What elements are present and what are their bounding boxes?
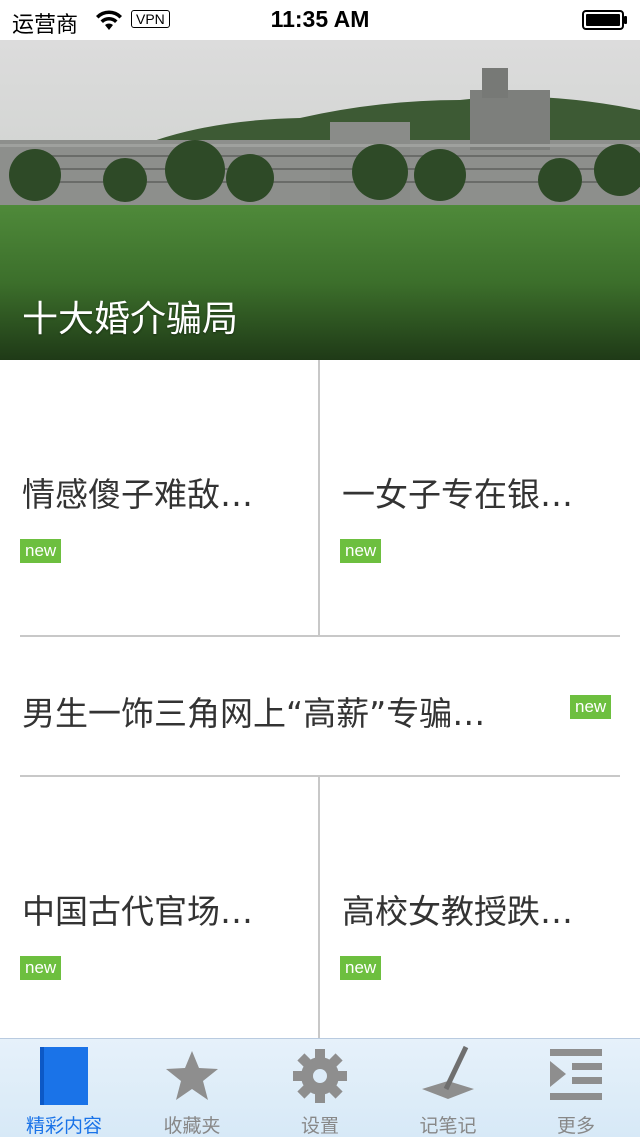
article-title: 一女子专在银… [342, 475, 573, 514]
book-icon [40, 1047, 88, 1105]
new-badge: new [20, 956, 62, 980]
article-cell-1[interactable]: 情感傻子难敌… new [0, 360, 318, 636]
article-cell-3[interactable]: 男生一饰三角网上“高薪”专骗… new [0, 637, 640, 775]
tab-favorites[interactable]: 收藏夹 [128, 1039, 256, 1137]
tab-settings[interactable]: 设置 [256, 1039, 384, 1137]
divider [318, 777, 320, 1038]
status-time: 11:35 AM [270, 6, 370, 32]
new-badge: new [20, 539, 62, 563]
tab-notes[interactable]: 记笔记 [384, 1039, 512, 1137]
hero-title: 十大婚介骗局 [22, 299, 239, 340]
tab-featured[interactable]: 精彩内容 [0, 1039, 128, 1137]
article-cell-4[interactable]: 中国古代官场… new [0, 777, 318, 1038]
new-badge: new [340, 956, 382, 980]
pen-icon [422, 1045, 474, 1099]
article-title: 中国古代官场… [22, 892, 253, 931]
article-cell-5[interactable]: 高校女教授跌… new [320, 777, 640, 1038]
tab-label: 记笔记 [419, 1115, 477, 1137]
article-title: 男生一饰三角网上“高薪”专骗… [22, 694, 486, 733]
gear-icon [293, 1049, 347, 1103]
tab-label: 精彩内容 [25, 1115, 102, 1137]
tab-label: 更多 [556, 1115, 595, 1137]
article-title: 高校女教授跌… [342, 892, 573, 931]
new-badge: new [340, 539, 382, 563]
battery-icon [582, 10, 627, 30]
tab-more[interactable]: 更多 [512, 1039, 640, 1137]
status-bar: 运营商 VPN 11:35 AM [0, 0, 640, 40]
tab-bar: 精彩内容 收藏夹 设置 记笔记 更多 [0, 1038, 640, 1137]
new-badge: new [570, 695, 612, 719]
tab-label: 收藏夹 [163, 1115, 221, 1137]
article-title: 情感傻子难敌… [22, 475, 253, 514]
hero-banner[interactable]: 十大婚介骗局 [0, 40, 640, 360]
star-icon [166, 1051, 218, 1100]
more-list-icon [550, 1049, 602, 1100]
divider [318, 360, 320, 636]
tab-label: 设置 [300, 1115, 339, 1137]
article-cell-2[interactable]: 一女子专在银… new [320, 360, 640, 636]
